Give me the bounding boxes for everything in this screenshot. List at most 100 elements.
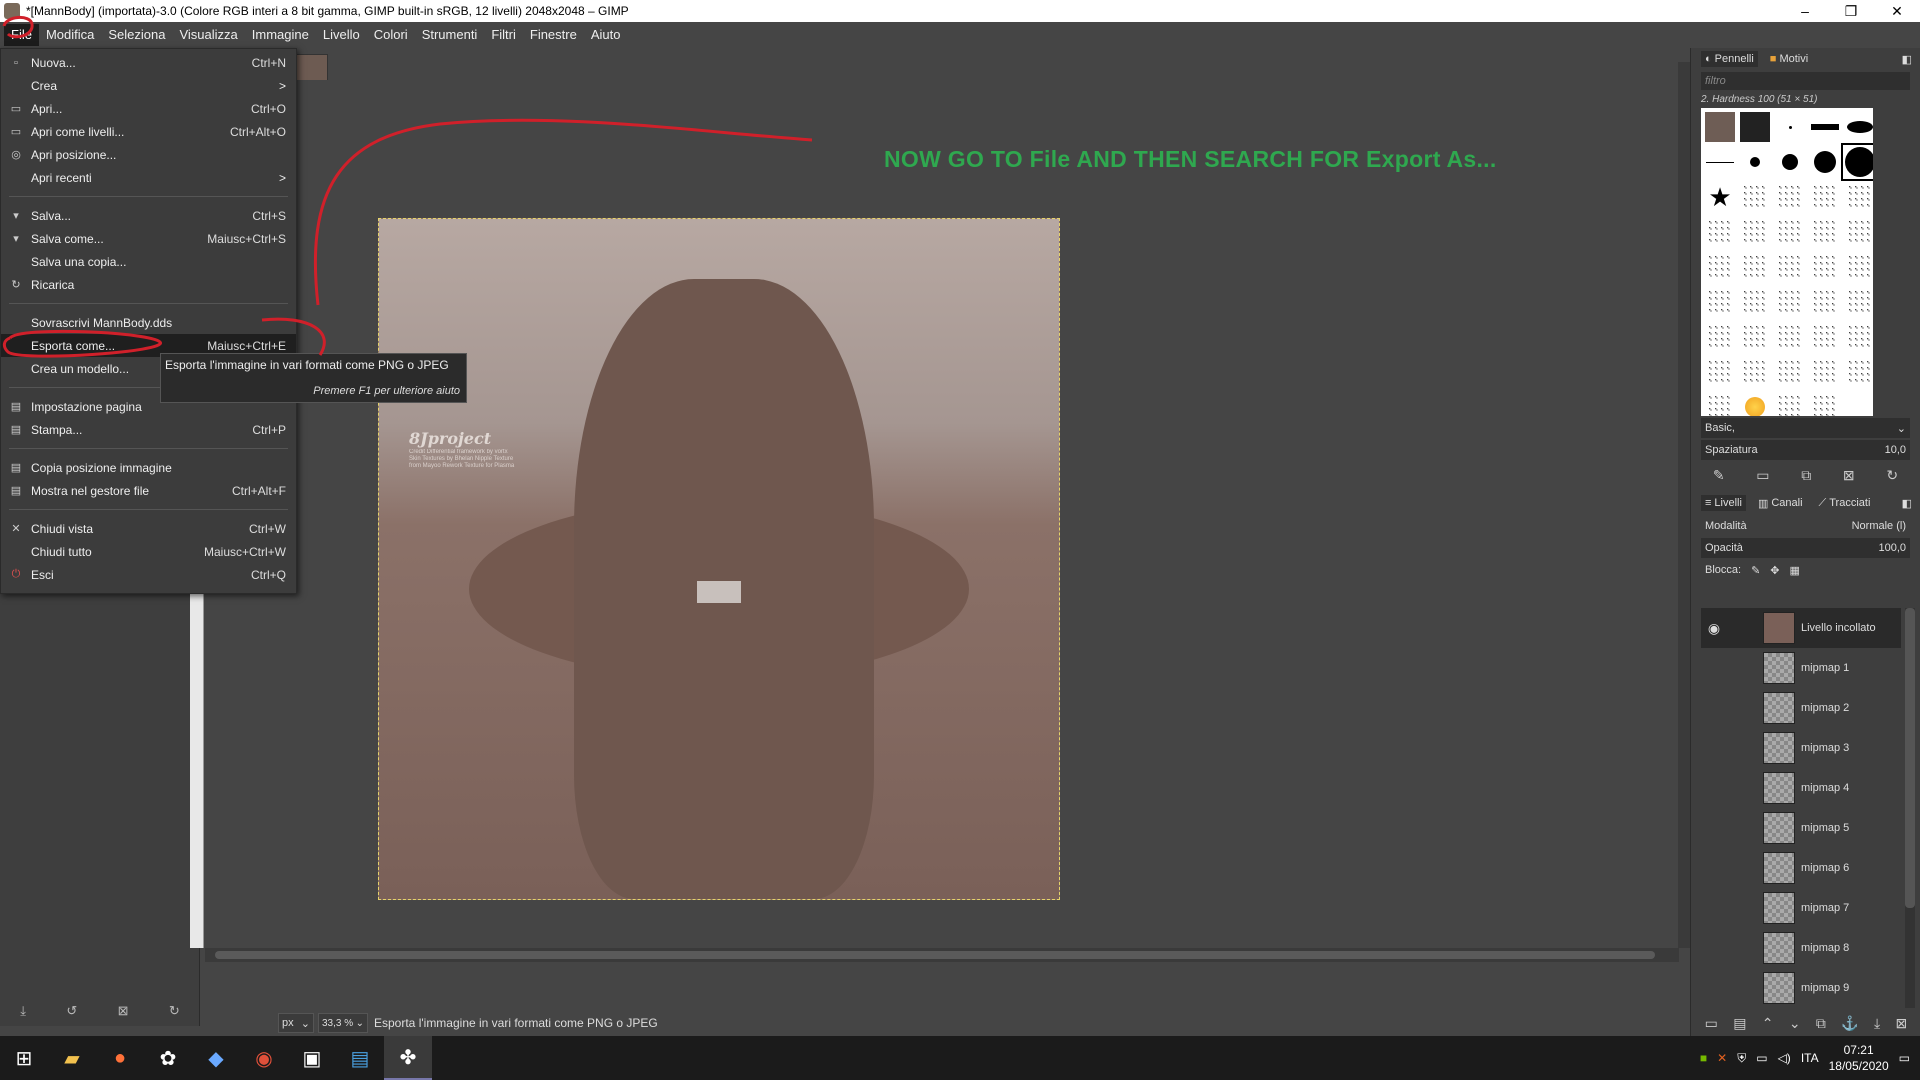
new-group-icon[interactable]: ▤ [1733, 1015, 1746, 1032]
lower-layer-icon[interactable]: ⌄ [1789, 1015, 1801, 1032]
app-icon[interactable]: ▣ [288, 1036, 336, 1080]
lock-alpha-icon[interactable]: ▦ [1790, 564, 1800, 577]
volume-icon[interactable]: ◁) [1778, 1051, 1791, 1065]
language-indicator[interactable]: ITA [1801, 1051, 1819, 1065]
brush-item[interactable] [1808, 355, 1842, 389]
new-layer-icon[interactable]: ▭ [1705, 1015, 1718, 1032]
brush-item[interactable] [1773, 355, 1807, 389]
close-button[interactable]: ✕ [1874, 0, 1920, 22]
menu-filtri[interactable]: Filtri [484, 24, 523, 46]
spacing-field[interactable]: Spaziatura 10,0 [1701, 440, 1910, 460]
scrollbar-thumb[interactable] [1905, 608, 1915, 908]
mode-value[interactable]: Normale (l) [1852, 520, 1906, 532]
network-icon[interactable]: ▭ [1756, 1051, 1767, 1065]
maximize-button[interactable]: ❐ [1828, 0, 1874, 22]
new-brush-icon[interactable]: ▭ [1756, 467, 1769, 484]
edit-brush-icon[interactable]: ✎ [1713, 467, 1725, 484]
menu-item-apri-posizione[interactable]: ◎ Apri posizione... [1, 143, 296, 166]
brush-item[interactable] [1703, 110, 1737, 144]
brush-item[interactable] [1841, 143, 1873, 181]
horizontal-scrollbar[interactable] [205, 948, 1679, 962]
minimize-button[interactable]: – [1782, 0, 1828, 22]
brush-item[interactable] [1773, 250, 1807, 284]
brush-item[interactable] [1808, 320, 1842, 354]
menu-livello[interactable]: Livello [316, 24, 367, 46]
brush-item[interactable] [1703, 145, 1737, 179]
file-explorer-icon[interactable]: ▰ [48, 1036, 96, 1080]
menu-item-copia-posizione[interactable]: ▤ Copia posizione immagine [1, 456, 296, 479]
brush-item[interactable] [1808, 110, 1842, 144]
brush-item[interactable] [1808, 180, 1842, 214]
brush-item[interactable] [1703, 320, 1737, 354]
mode-row[interactable]: Modalità Normale (l) [1701, 516, 1910, 536]
menu-item-crea[interactable]: Crea > [1, 74, 296, 97]
menu-item-ricarica[interactable]: ↻ Ricarica [1, 273, 296, 296]
anchor-layer-icon[interactable]: ⚓ [1841, 1015, 1858, 1032]
menu-modifica[interactable]: Modifica [39, 24, 101, 46]
menu-aiuto[interactable]: Aiuto [584, 24, 628, 46]
refresh-brushes-icon[interactable]: ↻ [1886, 467, 1898, 484]
brush-item[interactable] [1738, 285, 1772, 319]
layer-row[interactable]: mipmap 8 [1701, 928, 1901, 968]
gimp-taskbar-icon[interactable]: ✤ [384, 1036, 432, 1080]
brush-preset-select[interactable]: Basic, ⌄ [1701, 418, 1910, 438]
brush-item[interactable] [1773, 145, 1807, 179]
merge-layer-icon[interactable]: ⤓ [1874, 1015, 1880, 1032]
tab-tracciati[interactable]: ⟋ Tracciati [1815, 495, 1875, 512]
notifications-icon[interactable]: ▭ [1899, 1051, 1910, 1065]
menu-seleziona[interactable]: Seleziona [101, 24, 172, 46]
menu-item-salva-come[interactable]: ▾ Salva come... Maiusc+Ctrl+S [1, 227, 296, 250]
brush-filter-input[interactable]: filtro [1701, 72, 1910, 90]
clock[interactable]: 07:21 18/05/2020 [1829, 1042, 1889, 1074]
app-icon[interactable]: ▤ [336, 1036, 384, 1080]
brush-item[interactable] [1808, 285, 1842, 319]
save-options-icon[interactable]: ⤓ [20, 1003, 26, 1019]
menu-file[interactable]: File [4, 24, 39, 46]
brush-item[interactable] [1703, 250, 1737, 284]
brush-item[interactable] [1773, 285, 1807, 319]
unit-select[interactable]: px ⌄ [278, 1013, 314, 1033]
delete-icon[interactable]: ⊠ [118, 1003, 129, 1019]
layer-row[interactable]: mipmap 6 [1701, 848, 1901, 888]
dock-menu-icon[interactable]: ◧ [1902, 497, 1912, 510]
restore-icon[interactable]: ↺ [66, 1003, 77, 1019]
menu-item-stampa[interactable]: ▤ Stampa... Ctrl+P [1, 418, 296, 441]
brush-item[interactable] [1703, 390, 1737, 416]
brush-item[interactable] [1738, 320, 1772, 354]
brush-item[interactable] [1703, 215, 1737, 249]
brush-item[interactable] [1773, 390, 1807, 416]
visibility-eye-icon[interactable]: ◉ [1701, 620, 1727, 637]
vertical-scrollbar[interactable] [1678, 62, 1690, 948]
lock-pixels-icon[interactable]: ✎ [1751, 564, 1760, 577]
layer-row[interactable]: mipmap 3 [1701, 728, 1901, 768]
brush-item[interactable] [1808, 145, 1842, 179]
brush-item[interactable] [1843, 355, 1873, 389]
menu-visualizza[interactable]: Visualizza [172, 24, 244, 46]
menu-item-apri-come-livelli[interactable]: ▭ Apri come livelli... Ctrl+Alt+O [1, 120, 296, 143]
reset-icon[interactable]: ↻ [169, 1003, 180, 1019]
lock-position-icon[interactable]: ✥ [1770, 564, 1779, 577]
menu-item-chiudi-tutto[interactable]: Chiudi tutto Maiusc+Ctrl+W [1, 540, 296, 563]
scrollbar-thumb[interactable] [215, 951, 1655, 959]
brush-item[interactable]: ★ [1703, 180, 1737, 214]
texture-image[interactable]: 8Jproject Credit Differential framework … [378, 218, 1060, 900]
menu-colori[interactable]: Colori [367, 24, 415, 46]
nvidia-icon[interactable]: ■ [1700, 1051, 1707, 1065]
tab-pennelli[interactable]: ◐ Pennelli [1701, 51, 1758, 67]
brush-item[interactable] [1773, 180, 1807, 214]
menu-immagine[interactable]: Immagine [245, 24, 316, 46]
duplicate-brush-icon[interactable]: ⧉ [1801, 467, 1811, 484]
menu-item-sovrascrivi[interactable]: Sovrascrivi MannBody.dds [1, 311, 296, 334]
menu-item-nuova[interactable]: ▫ Nuova... Ctrl+N [1, 51, 296, 74]
firefox-icon[interactable]: ● [96, 1036, 144, 1080]
layer-row[interactable]: mipmap 4 [1701, 768, 1901, 808]
brush-item[interactable] [1738, 215, 1772, 249]
menu-item-apri[interactable]: ▭ Apri... Ctrl+O [1, 97, 296, 120]
brush-item[interactable] [1843, 215, 1873, 249]
app-icon[interactable]: ◆ [192, 1036, 240, 1080]
brush-item[interactable] [1738, 180, 1772, 214]
brush-item[interactable] [1843, 250, 1873, 284]
tray-app-icon[interactable]: ✕ [1717, 1051, 1727, 1065]
menu-item-salva[interactable]: ▾ Salva... Ctrl+S [1, 204, 296, 227]
brush-item[interactable] [1773, 215, 1807, 249]
